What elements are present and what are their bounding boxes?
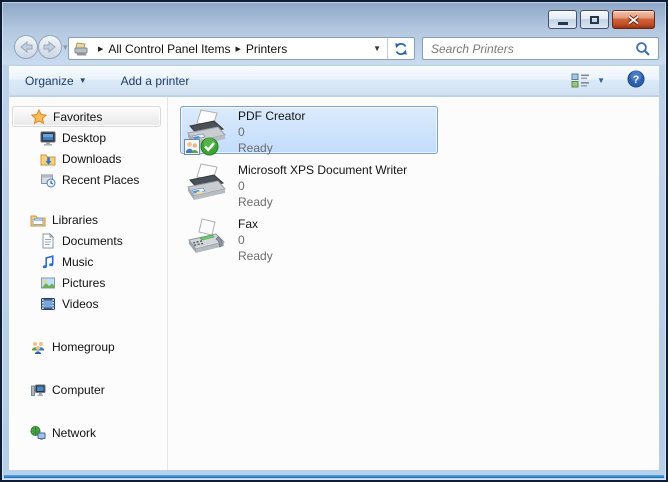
default-printer-check-icon [200, 137, 219, 156]
printer-name: Microsoft XPS Document Writer [238, 163, 408, 177]
sidebar-item-pictures[interactable]: Pictures [9, 272, 167, 293]
sidebar-item-favorites[interactable]: Favorites [12, 106, 161, 127]
homegroup-icon [29, 339, 46, 355]
sidebar-item-downloads[interactable]: Downloads [9, 148, 167, 169]
libraries-icon [29, 212, 46, 228]
breadcrumb-separator-icon: ▶ [98, 45, 104, 53]
recent-places-icon [39, 172, 56, 188]
breadcrumb-separator-icon: ▶ [235, 45, 241, 53]
star-icon [30, 108, 47, 125]
refresh-button[interactable] [387, 38, 414, 59]
sidebar-item-homegroup[interactable]: Homegroup [9, 336, 167, 357]
organize-label: Organize [25, 73, 74, 88]
downloads-icon [39, 151, 56, 167]
organize-button[interactable]: Organize ▼ [17, 70, 95, 92]
sidebar-label: Desktop [62, 130, 107, 145]
sidebar-label: Network [52, 425, 97, 440]
printer-name: PDF Creator [238, 109, 306, 123]
desktop-icon [39, 130, 56, 146]
printer-name: Fax [238, 217, 259, 231]
breadcrumb-segment-control-panel[interactable]: All Control Panel Items [108, 42, 230, 56]
command-toolbar: Organize ▼ Add a printer ▼ ? [9, 66, 659, 96]
close-icon [627, 14, 640, 25]
search-box [422, 37, 659, 60]
refresh-icon [395, 42, 407, 55]
chevron-down-icon: ▼ [78, 76, 87, 85]
help-icon: ? [627, 70, 645, 88]
maximize-button[interactable] [580, 10, 609, 29]
documents-icon [39, 232, 56, 249]
window-bottom-edge [4, 475, 664, 478]
content-area: Favorites Desktop Downloads Recent Place… [9, 97, 659, 470]
close-button[interactable] [612, 10, 655, 29]
printer-status: Ready [238, 249, 273, 263]
network-icon [29, 425, 46, 441]
sidebar-item-videos[interactable]: Videos [9, 293, 167, 314]
printer-status: Ready [238, 195, 273, 209]
shared-badge-icon [184, 139, 200, 155]
search-input[interactable] [423, 41, 635, 56]
add-printer-label: Add a printer [120, 73, 190, 88]
sidebar-item-desktop[interactable]: Desktop [9, 127, 167, 148]
printer-item-pdf-creator[interactable]: PDF Creator 0 Ready [180, 106, 438, 156]
window-controls [548, 10, 655, 29]
forward-button[interactable] [38, 35, 62, 59]
printer-document-count: 0 [238, 179, 245, 193]
breadcrumb-segment-printers[interactable]: Printers [246, 42, 287, 56]
toolbar-right-group: ▼ ? [555, 69, 645, 92]
printer-item-xps-writer[interactable]: Microsoft XPS Document Writer 0 Ready [180, 160, 438, 209]
minimize-button[interactable] [548, 10, 577, 29]
printer-icon [184, 163, 234, 207]
sidebar-item-documents[interactable]: Documents [9, 230, 167, 251]
navigation-pane: Favorites Desktop Downloads Recent Place… [9, 97, 168, 470]
address-bar[interactable]: ▶ All Control Panel Items ▶ Printers ▼ [68, 37, 415, 60]
sidebar-label: Downloads [62, 151, 122, 166]
sidebar-label: Pictures [62, 275, 106, 290]
printer-item-fax[interactable]: Fax 0 Ready [180, 214, 438, 263]
minimize-icon [557, 21, 568, 25]
navigation-bar: ▾ ▶ All Control Panel Items ▶ Printers ▼ [2, 32, 666, 66]
printer-status: Ready [238, 141, 273, 155]
printer-document-count: 0 [238, 233, 245, 247]
sidebar-label: Recent Places [62, 172, 140, 187]
forward-arrow-icon [43, 41, 56, 53]
videos-icon [39, 296, 56, 312]
explorer-window: ▾ ▶ All Control Panel Items ▶ Printers ▼ [0, 0, 668, 482]
pictures-icon [39, 275, 56, 291]
back-arrow-icon [20, 41, 33, 53]
sidebar-item-recent-places[interactable]: Recent Places [9, 169, 167, 190]
help-button[interactable]: ? [627, 70, 645, 91]
chevron-down-icon: ▼ [597, 76, 605, 85]
sidebar-label: Videos [62, 296, 99, 311]
svg-text:?: ? [633, 74, 640, 86]
sidebar-item-music[interactable]: Music [9, 251, 167, 272]
sidebar-label: Computer [52, 382, 105, 397]
search-icon[interactable] [635, 41, 651, 57]
views-icon [571, 73, 590, 88]
printer-icon [184, 109, 234, 156]
computer-icon [29, 382, 46, 398]
sidebar-item-computer[interactable]: Computer [9, 379, 167, 400]
music-icon [39, 254, 56, 270]
recent-pages-dropdown[interactable]: ▾ [63, 42, 68, 53]
printer-document-count: 0 [238, 125, 245, 139]
maximize-icon [590, 15, 599, 24]
address-dropdown-button[interactable]: ▼ [367, 44, 387, 53]
back-button[interactable] [14, 35, 38, 59]
file-list: PDF Creator 0 Ready Microsoft XPS Docume… [168, 97, 659, 470]
add-printer-button[interactable]: Add a printer [113, 70, 198, 92]
sidebar-label: Documents [62, 233, 123, 248]
sidebar-item-libraries[interactable]: Libraries [9, 209, 167, 230]
change-view-button[interactable]: ▼ [563, 69, 613, 92]
fax-icon [184, 217, 234, 261]
sidebar-label: Libraries [52, 212, 99, 227]
sidebar-item-network[interactable]: Network [9, 422, 167, 443]
printers-folder-icon [74, 41, 88, 55]
sidebar-label: Music [62, 254, 94, 269]
sidebar-label: Favorites [53, 109, 103, 124]
sidebar-label: Homegroup [52, 339, 115, 354]
